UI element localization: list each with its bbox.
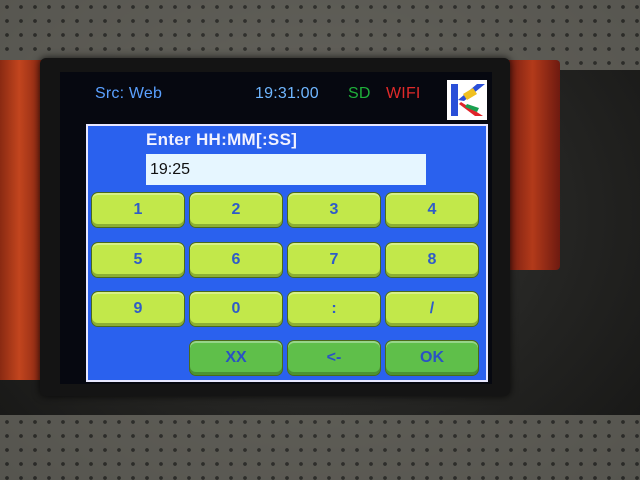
key-8[interactable]: 8 xyxy=(385,242,479,278)
pcb-right-edge xyxy=(505,60,560,270)
key-slash[interactable]: / xyxy=(385,291,479,327)
dialog-prompt: Enter HH:MM[:SS] xyxy=(146,130,298,149)
clock: 19:31:00 xyxy=(255,85,319,102)
clear-button[interactable]: XX xyxy=(189,340,283,376)
key-3[interactable]: 3 xyxy=(287,192,381,228)
k-logo-icon xyxy=(447,80,487,120)
sd-indicator: SD xyxy=(348,85,371,102)
key-7[interactable]: 7 xyxy=(287,242,381,278)
source-label: Src: Web xyxy=(95,85,163,102)
key-1[interactable]: 1 xyxy=(91,192,185,228)
key-0[interactable]: 0 xyxy=(189,291,283,327)
key-6[interactable]: 6 xyxy=(189,242,283,278)
wifi-indicator: WIFI xyxy=(386,85,421,102)
breadboard-bottom xyxy=(0,415,640,480)
status-bar: Src: Web 19:31:00 SD WIFI xyxy=(60,80,492,108)
ok-button[interactable]: OK xyxy=(385,340,479,376)
time-input-field[interactable]: 19:25 xyxy=(146,154,426,185)
key-2[interactable]: 2 xyxy=(189,192,283,228)
key-4[interactable]: 4 xyxy=(385,192,479,228)
key-5[interactable]: 5 xyxy=(91,242,185,278)
key-9[interactable]: 9 xyxy=(91,291,185,327)
backspace-button[interactable]: <- xyxy=(287,340,381,376)
key-colon[interactable]: : xyxy=(287,291,381,327)
